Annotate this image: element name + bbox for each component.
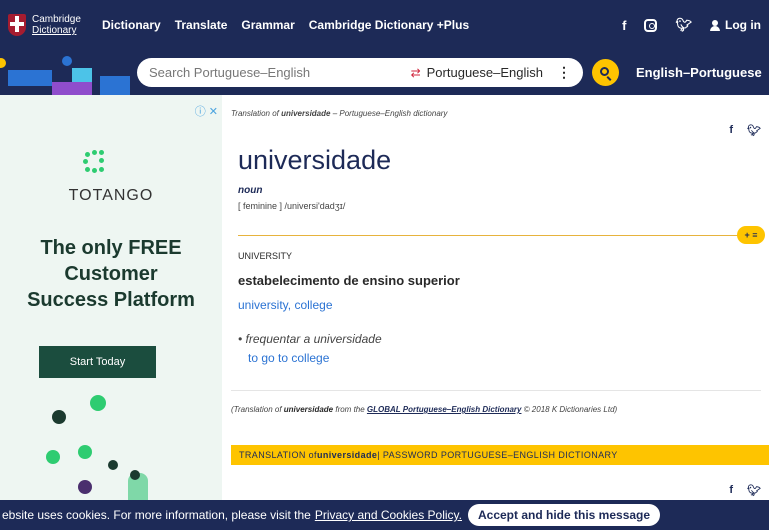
- logo-line-1: Cambridge: [32, 14, 81, 25]
- totango-logo-icon: [83, 150, 113, 180]
- search-input[interactable]: Search Portuguese–English: [149, 65, 411, 80]
- accept-cookies-button[interactable]: Accept and hide this message: [467, 504, 661, 526]
- twitter-icon[interactable]: 🐦︎: [675, 17, 692, 33]
- top-nav: Cambridge Dictionary Dictionary Translat…: [0, 0, 769, 50]
- ad-decoration: [78, 445, 92, 459]
- decoration-shape: [0, 58, 6, 68]
- grammar-pronunciation: [ feminine ] /universi'dadʒɪ/: [238, 201, 346, 211]
- facebook-share-icon[interactable]: f: [729, 484, 733, 497]
- headword: universidade: [238, 145, 392, 175]
- facebook-share-icon[interactable]: f: [729, 124, 733, 137]
- instagram-icon[interactable]: [644, 18, 658, 32]
- login-label: Log in: [725, 18, 761, 32]
- definition: estabelecimento de ensino superior: [238, 273, 460, 288]
- ad-headline: The only FREE Customer Success Platform: [27, 237, 195, 311]
- decoration-shape: [52, 82, 92, 95]
- english-portuguese-link[interactable]: English–Portuguese: [636, 65, 762, 80]
- ad-decoration: [108, 460, 118, 470]
- search-row: Search Portuguese–English ⇄ Portuguese–E…: [0, 50, 769, 95]
- decoration-shape: [62, 56, 72, 66]
- twitter-share-icon[interactable]: 🐦︎: [747, 124, 761, 137]
- source-credit: (Translation of universidade from the GL…: [231, 405, 618, 414]
- ad-decoration: [130, 470, 140, 480]
- more-options-icon[interactable]: ⋮: [557, 64, 571, 81]
- share-buttons: f 🐦︎: [729, 124, 761, 137]
- decoration-shape: [72, 68, 92, 82]
- user-icon: [710, 19, 720, 31]
- swap-icon: ⇄: [410, 65, 421, 80]
- cookie-banner: ebsite uses cookies. For more informatio…: [0, 500, 769, 530]
- nav-translate[interactable]: Translate: [175, 18, 228, 32]
- example-translation: to go to college: [248, 351, 330, 365]
- ad-close-icon[interactable]: ⓘ ✕: [195, 103, 218, 119]
- login-link[interactable]: Log in: [710, 18, 761, 32]
- ad-decoration: [78, 480, 92, 494]
- search-icon: [600, 67, 609, 76]
- share-buttons-second: f 🐦︎: [729, 484, 761, 497]
- nav-grammar[interactable]: Grammar: [241, 18, 294, 32]
- divider: [231, 390, 761, 391]
- decoration-shape: [8, 70, 52, 86]
- translation-links[interactable]: university, college: [238, 298, 333, 312]
- nav-dictionary[interactable]: Dictionary: [102, 18, 161, 32]
- privacy-policy-link[interactable]: Privacy and Cookies Policy.: [315, 508, 462, 522]
- decoration-shape: [100, 76, 130, 95]
- example-sentence: • frequentar a universidade: [238, 332, 382, 346]
- translation-of-caption: Translation of universidade – Portuguese…: [231, 109, 448, 118]
- guideword: UNIVERSITY: [238, 251, 293, 261]
- crest-icon: [8, 14, 26, 36]
- dictionary-entry: Translation of universidade – Portuguese…: [222, 95, 769, 500]
- ad-brand: TOTANGO: [68, 187, 154, 204]
- dictionary-select[interactable]: Portuguese–English: [427, 65, 543, 80]
- sense-divider: [238, 235, 746, 236]
- advertisement[interactable]: ⓘ ✕ TOTANGO The only FREE Customer Succe…: [0, 95, 222, 500]
- password-dictionary-header: TRANSLATION of universidade | PASSWORD P…: [231, 445, 769, 465]
- part-of-speech: noun: [238, 185, 263, 196]
- logo-line-2: Dictionary: [32, 25, 77, 36]
- ad-decoration: [52, 410, 66, 424]
- search-box[interactable]: Search Portuguese–English ⇄ Portuguese–E…: [137, 58, 583, 87]
- twitter-share-icon[interactable]: 🐦︎: [747, 484, 761, 497]
- nav-plus[interactable]: Cambridge Dictionary +Plus: [309, 18, 469, 32]
- source-dictionary-link[interactable]: GLOBAL Portuguese–English Dictionary: [367, 405, 522, 414]
- cambridge-logo[interactable]: Cambridge Dictionary: [0, 14, 98, 36]
- add-to-wordlist-button[interactable]: + ≡: [737, 226, 765, 244]
- ad-decoration: [90, 395, 106, 411]
- cookie-text: ebsite uses cookies. For more informatio…: [2, 508, 311, 522]
- facebook-icon[interactable]: f: [622, 18, 626, 33]
- search-button[interactable]: [592, 59, 619, 86]
- ad-start-button[interactable]: Start Today: [39, 346, 156, 378]
- ad-decoration: [46, 450, 60, 464]
